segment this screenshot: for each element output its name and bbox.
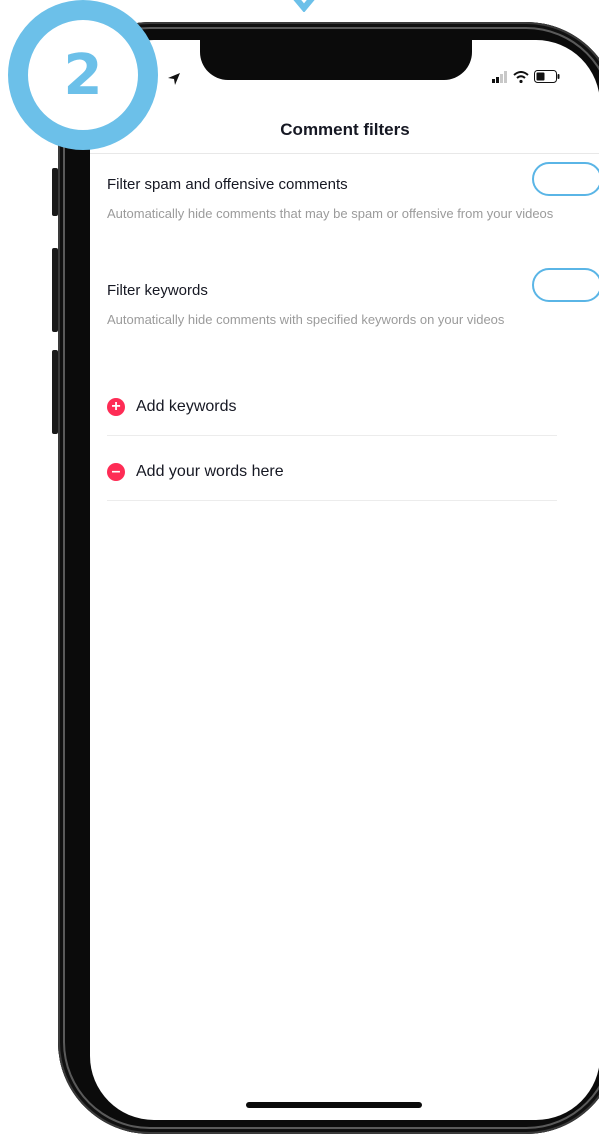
- setting-title: Filter keywords: [107, 282, 208, 299]
- wifi-icon: [513, 70, 529, 83]
- nav-divider: [90, 153, 599, 154]
- setting-filter-keywords: Filter keywords Automatically hide comme…: [107, 268, 599, 328]
- phone-volume-up-button: [52, 248, 58, 332]
- plus-circle-icon: +: [107, 398, 125, 416]
- setting-description: Automatically hide comments that may be …: [107, 206, 554, 221]
- setting-description: Automatically hide comments with specifi…: [107, 312, 505, 327]
- add-words-row[interactable]: – Add your words here: [107, 444, 557, 501]
- status-bar-right: [492, 70, 560, 83]
- page-title: Comment filters: [280, 120, 410, 139]
- add-words-label: Add your words here: [136, 463, 284, 480]
- filter-keywords-toggle[interactable]: [532, 268, 599, 302]
- setting-filter-spam: Filter spam and offensive comments Autom…: [107, 162, 599, 222]
- minus-circle-icon: –: [107, 463, 125, 481]
- partial-blue-glyph: [293, 0, 315, 12]
- location-arrow-icon: [168, 73, 180, 85]
- battery-icon: [534, 70, 560, 83]
- add-keywords-label: Add keywords: [136, 398, 237, 415]
- phone-notch: [200, 40, 472, 80]
- step-number: 2: [63, 42, 103, 108]
- filter-spam-toggle[interactable]: [532, 162, 599, 196]
- phone-volume-down-button: [52, 350, 58, 434]
- phone-screen: Comment filters Filter spam and offensiv…: [90, 40, 599, 1120]
- add-keywords-row[interactable]: + Add keywords: [107, 379, 557, 436]
- phone-side-button: [52, 168, 58, 216]
- screenshot-stage: Comment filters Filter spam and offensiv…: [0, 0, 599, 1140]
- setting-title: Filter spam and offensive comments: [107, 176, 348, 193]
- cellular-signal-icon: [492, 70, 507, 83]
- home-indicator: [246, 1102, 422, 1108]
- step-badge: 2: [8, 0, 158, 150]
